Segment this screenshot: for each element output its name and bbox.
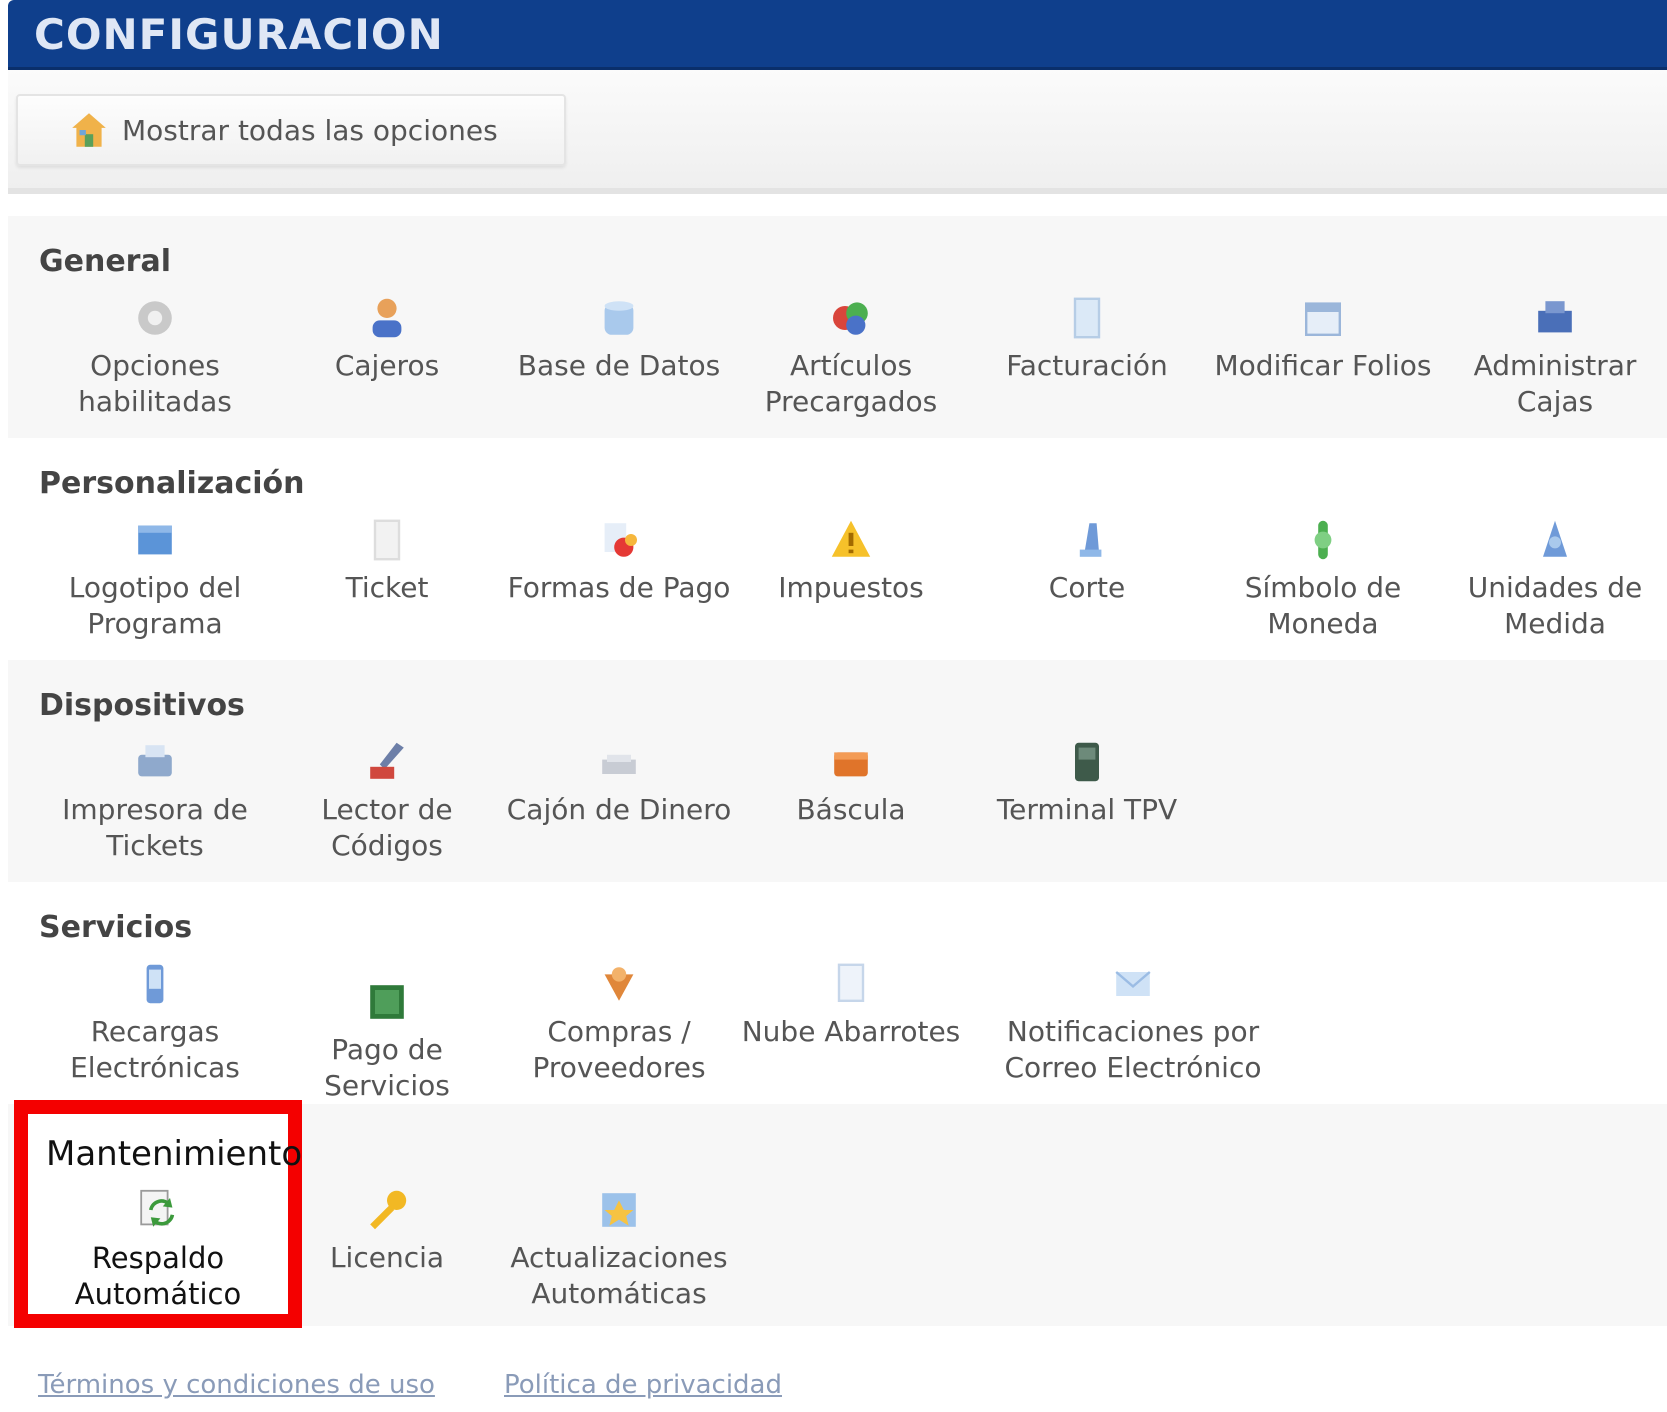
item-formas-de-pago[interactable]: Formas de Pago xyxy=(504,516,734,606)
section-title: Mantenimiento xyxy=(46,1134,303,1174)
printer-icon xyxy=(138,745,172,777)
barcode-reader-icon xyxy=(370,742,404,779)
highlight-box: Mantenimiento Respaldo Automático xyxy=(14,1100,302,1328)
section-servicios: Servicios Recargas Electrónicas Pago de … xyxy=(8,882,1667,1104)
show-all-options-button[interactable]: Mostrar todas las opciones xyxy=(16,94,566,166)
cut-icon xyxy=(1079,523,1102,557)
bill-icon xyxy=(370,985,404,1019)
update-icon xyxy=(602,1193,636,1227)
home-icon xyxy=(72,113,106,147)
item-recargas-electronicas[interactable]: Recargas Electrónicas xyxy=(40,960,270,1086)
footer: Términos y condiciones de uso Política d… xyxy=(8,1332,1667,1412)
phone-icon xyxy=(146,964,164,1004)
products-icon xyxy=(833,302,868,335)
item-facturacion[interactable]: Facturación xyxy=(972,294,1202,384)
title-bar: CONFIGURACION xyxy=(8,0,1667,70)
item-bascula[interactable]: Báscula xyxy=(736,738,966,828)
item-notificaciones-correo[interactable]: Notificaciones por Correo Electrónico xyxy=(998,960,1268,1086)
database-icon xyxy=(604,301,634,335)
terminal-icon xyxy=(1075,742,1099,782)
item-unidades-de-medida[interactable]: Unidades de Medida xyxy=(1440,516,1667,642)
shopping-icon xyxy=(604,967,634,1001)
item-corte[interactable]: Corte xyxy=(972,516,1202,606)
item-cajeros[interactable]: Cajeros xyxy=(272,294,502,384)
section-title: General xyxy=(39,244,171,279)
email-icon xyxy=(1115,971,1151,996)
scale-icon xyxy=(834,752,868,777)
item-cajon-de-dinero[interactable]: Cajón de Dinero xyxy=(504,738,734,828)
item-lector-de-codigos[interactable]: Lector de Códigos xyxy=(272,738,502,864)
item-ticket[interactable]: Ticket xyxy=(272,516,502,606)
item-nube-abarrotes[interactable]: Nube Abarrotes xyxy=(736,960,966,1050)
item-impresora-de-tickets[interactable]: Impresora de Tickets xyxy=(40,738,270,864)
item-logotipo-del-programa[interactable]: Logotipo del Programa xyxy=(40,516,270,642)
section-title: Personalización xyxy=(39,466,305,501)
item-respaldo-automatico[interactable]: Respaldo Automático xyxy=(43,1186,273,1312)
page-title: CONFIGURACION xyxy=(34,10,444,59)
privacy-link[interactable]: Política de privacidad xyxy=(504,1370,782,1400)
measure-icon xyxy=(1543,520,1567,557)
item-opciones-habilitadas[interactable]: Opciones habilitadas xyxy=(40,294,270,420)
section-title: Dispositivos xyxy=(39,688,245,723)
backup-icon xyxy=(140,1189,175,1227)
register-icon xyxy=(1538,301,1572,333)
show-all-options-label: Mostrar todas las opciones xyxy=(122,113,498,147)
toolbar: Mostrar todas las opciones xyxy=(8,70,1667,194)
terms-link[interactable]: Términos y condiciones de uso xyxy=(38,1370,435,1400)
section-personalizacion: Personalización Logotipo del Programa Ti… xyxy=(8,438,1667,660)
item-terminal-tpv[interactable]: Terminal TPV xyxy=(972,738,1202,828)
invoice-icon xyxy=(1073,297,1101,339)
dollar-icon xyxy=(1314,520,1332,560)
item-impuestos[interactable]: Impuestos xyxy=(736,516,966,606)
section-title: Servicios xyxy=(39,910,193,945)
item-actualizaciones-automaticas[interactable]: Actualizaciones Automáticas xyxy=(504,1186,734,1312)
user-icon xyxy=(372,298,402,338)
item-compras-proveedores[interactable]: Compras / Proveedores xyxy=(504,960,734,1086)
ticket-icon xyxy=(373,519,401,561)
warning-icon xyxy=(831,520,871,557)
section-dispositivos: Dispositivos Impresora de Tickets Lector… xyxy=(8,660,1667,882)
cloud-doc-icon xyxy=(837,963,865,1002)
calendar-icon xyxy=(1305,302,1341,336)
item-simbolo-de-moneda[interactable]: Símbolo de Moneda xyxy=(1208,516,1438,642)
section-general: General Opciones habilitadas Cajeros Bas… xyxy=(8,216,1667,438)
payment-icon xyxy=(604,523,637,557)
item-pago-de-servicios[interactable]: Pago de Servicios xyxy=(272,978,502,1104)
cash-drawer-icon xyxy=(602,754,636,774)
item-licencia[interactable]: Licencia xyxy=(272,1186,502,1276)
logo-icon xyxy=(138,525,172,555)
item-administrar-cajas[interactable]: Administrar Cajas xyxy=(1440,294,1667,420)
key-icon xyxy=(370,1190,407,1230)
item-base-de-datos[interactable]: Base de Datos xyxy=(504,294,734,384)
item-articulos-precargados[interactable]: Artículos Precargados xyxy=(736,294,966,420)
item-modificar-folios[interactable]: Modificar Folios xyxy=(1208,294,1438,384)
gear-icon xyxy=(138,301,172,335)
